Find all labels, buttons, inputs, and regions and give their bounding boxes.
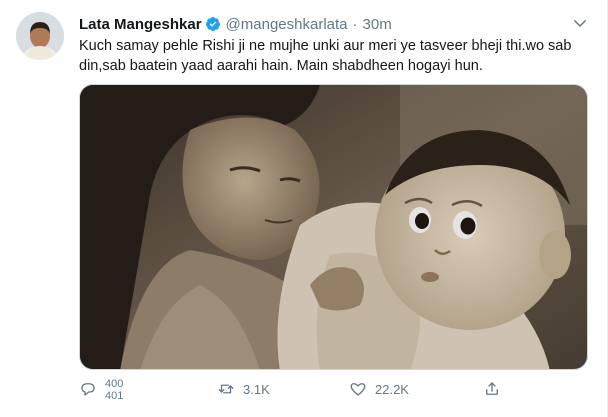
tweet-photo-image [80, 85, 587, 369]
like-count: 22.2K [375, 381, 409, 397]
reply-count-bottom: 401 [105, 390, 124, 400]
author-handle[interactable]: @mangeshkarlata [226, 16, 348, 33]
more-options-chevron-down-icon[interactable] [571, 14, 589, 32]
share-button[interactable] [483, 378, 509, 400]
verified-badge-icon [205, 16, 221, 32]
reply-count: 400 401 [105, 378, 123, 400]
reply-count-top: 400 [105, 378, 124, 390]
retweet-button[interactable]: 3.1K [217, 378, 270, 400]
tweet-header: Lata Mangeshkar @mangeshkarlata · 30m [79, 14, 392, 34]
like-button[interactable]: 22.2K [349, 378, 409, 400]
author-name[interactable]: Lata Mangeshkar [79, 16, 202, 33]
avatar-image [16, 12, 64, 60]
tweet-photo[interactable] [79, 84, 588, 370]
retweet-count: 3.1K [243, 381, 270, 397]
share-icon [486, 382, 498, 395]
tweet-actions: 400 401 3.1K 22.2K [79, 374, 588, 404]
heart-icon [350, 383, 366, 396]
avatar[interactable] [16, 12, 64, 60]
tweet-card[interactable]: Lata Mangeshkar @mangeshkarlata · 30m Ku… [0, 0, 608, 417]
retweet-icon [218, 384, 234, 394]
tweet-text: Kuch samay pehle Rishi ji ne mujhe unki … [79, 38, 572, 74]
reply-icon [81, 383, 95, 396]
header-separator: · [352, 15, 358, 33]
reply-button[interactable]: 400 401 [79, 378, 123, 400]
tweet-timestamp[interactable]: 30m [363, 16, 392, 33]
